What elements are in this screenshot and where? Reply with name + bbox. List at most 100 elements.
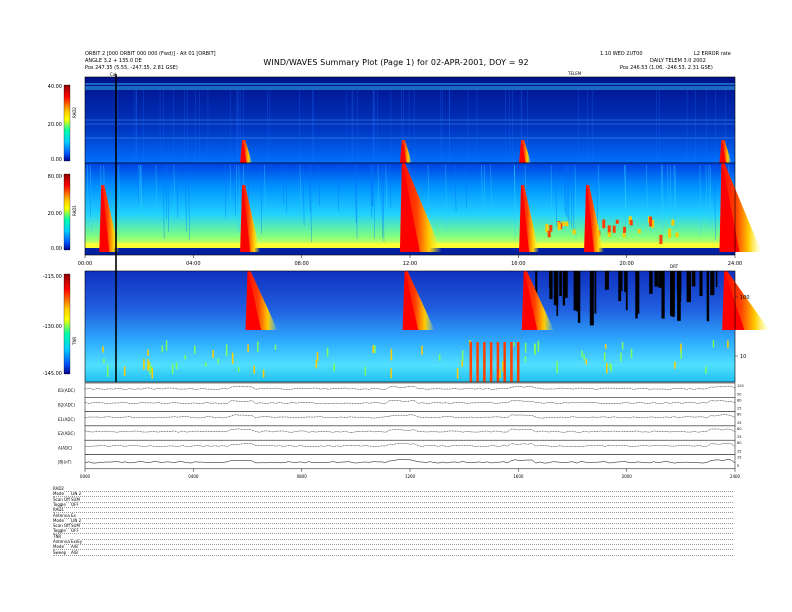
tnr-dropout <box>620 271 623 291</box>
tnr-blip <box>604 344 607 349</box>
tnr-spike <box>489 342 493 382</box>
line-xtick-label: 0000 <box>80 474 91 479</box>
line-x-ticks: 0000 0400 0800 1200 1600 2000 2400 <box>80 468 741 479</box>
rad1-blob <box>561 221 565 226</box>
tnr-blip <box>674 361 676 369</box>
tnr-dropout <box>691 271 696 287</box>
footer-label: Scan Off <box>53 496 70 502</box>
rad1-panel: RAD1 80.00 20.00 0.00 00:00 04:00 08:00 12:… <box>48 162 762 269</box>
tnr-blip <box>161 345 163 353</box>
line-panel-label: E1(ADC) <box>58 417 75 422</box>
tnr-blip <box>620 352 622 362</box>
rad1-blob <box>671 219 675 226</box>
line-panel-frame <box>84 382 736 398</box>
tnr-spike <box>496 342 500 382</box>
tnr-blip <box>151 367 154 379</box>
tnr-blip <box>237 367 240 372</box>
rad-xtick-label: 00:00 <box>78 261 92 267</box>
tnr-dropout <box>553 271 557 305</box>
tnr-blip <box>585 359 588 365</box>
line-panel-label: A(ADC) <box>58 445 73 450</box>
rad1-blob <box>549 224 553 232</box>
line-panel-frame <box>84 411 736 427</box>
rad1-colorbar <box>63 173 71 251</box>
tnr-spike <box>510 342 513 382</box>
tnr-blip <box>390 348 393 361</box>
tnr-blip <box>171 364 174 374</box>
tnr-blip <box>257 341 259 353</box>
tnr-dropout <box>661 271 665 319</box>
footer-value: LIN 2 <box>71 491 82 497</box>
footer-label: Antenna <box>53 539 70 544</box>
tnr-blip <box>102 346 104 353</box>
tnr-blip <box>165 340 168 351</box>
tnr-dropout <box>635 271 638 319</box>
drt-marker-label: DRT <box>670 264 679 269</box>
tnr-ytick-0: -115.00 <box>43 274 62 280</box>
tnr-dropout <box>573 271 577 311</box>
line-panel-label: |B|(nT) <box>58 460 72 465</box>
footer-value: OFF <box>71 501 79 507</box>
tnr-dropout <box>559 271 562 297</box>
tnr-blip <box>212 349 214 359</box>
footer-label: Mode <box>53 491 64 497</box>
tnr-blip <box>225 344 228 357</box>
tnr-blip <box>524 356 527 363</box>
footer-label: Mode <box>53 544 64 550</box>
footer-value: Ex <box>71 512 76 518</box>
tnr-blip <box>537 340 540 352</box>
tnr-dropout <box>670 271 675 316</box>
rad1-ytick-0: 80.00 <box>48 174 62 180</box>
rad1-blob <box>557 223 561 231</box>
tnr-spike <box>516 342 520 382</box>
rad1-blob <box>629 219 633 226</box>
tnr-blip <box>630 348 633 359</box>
tnr-blip <box>274 344 277 350</box>
rad1-ytick-2: 0.00 <box>51 246 62 252</box>
tnr-blip <box>524 342 527 353</box>
rad1-ytick-1: 20.00 <box>48 211 62 217</box>
tnr-right-tick-0: 100 <box>740 295 750 301</box>
footer-label: RAD2 <box>53 486 64 491</box>
tnr-blip <box>609 363 611 369</box>
rad1-blob <box>547 230 551 238</box>
tnr-dropout <box>594 271 597 314</box>
tnr-dropout <box>564 271 567 293</box>
rad1-blob <box>612 225 616 233</box>
rad-xtick-label: 12:00 <box>403 261 417 267</box>
rad-xtick-label: 20:00 <box>619 261 633 267</box>
line-xtick-label: 2400 <box>730 474 741 479</box>
line-panel-rtick: 5 <box>737 464 739 468</box>
tnr-spike <box>469 342 473 382</box>
tnr-blip <box>603 352 606 362</box>
tnr-blip <box>513 342 515 347</box>
tnr-spike <box>483 342 486 382</box>
line-panels: B1(ADC) 120 50 B2(ADC) 80 25 E1(ADC) 80 25 E2(ADC… <box>58 382 744 470</box>
rad2-colorbar <box>63 84 71 162</box>
tnr-blip <box>143 358 145 370</box>
line-panel-label: B1(ADC) <box>58 388 75 393</box>
footer-label: Sweep <box>53 549 67 555</box>
tnr-blip <box>149 363 151 375</box>
tnr-blip <box>461 350 464 362</box>
tnr-spike <box>503 342 506 382</box>
rad1-blob <box>668 228 672 239</box>
footer-value: SUM <box>71 523 80 529</box>
tnr-dropout <box>576 271 579 292</box>
tnr-blip <box>606 362 608 374</box>
tnr-blip <box>583 354 585 361</box>
tnr-blip <box>231 352 234 364</box>
tnr-blip <box>194 345 196 354</box>
tnr-blip <box>316 352 319 362</box>
tnr-blip <box>147 359 149 371</box>
line-xtick-label: 0400 <box>188 474 199 479</box>
tnr-dropout <box>624 271 628 292</box>
tnr-blip <box>374 345 376 354</box>
tnr-blip <box>727 340 729 349</box>
rad1-blob <box>602 219 606 229</box>
footer-label: Toggle <box>53 528 66 534</box>
rad1-blob <box>565 221 569 227</box>
rad2-ytick-1: 20.00 <box>48 122 62 128</box>
rad1-blob <box>607 232 611 237</box>
tnr-blip <box>123 366 126 376</box>
